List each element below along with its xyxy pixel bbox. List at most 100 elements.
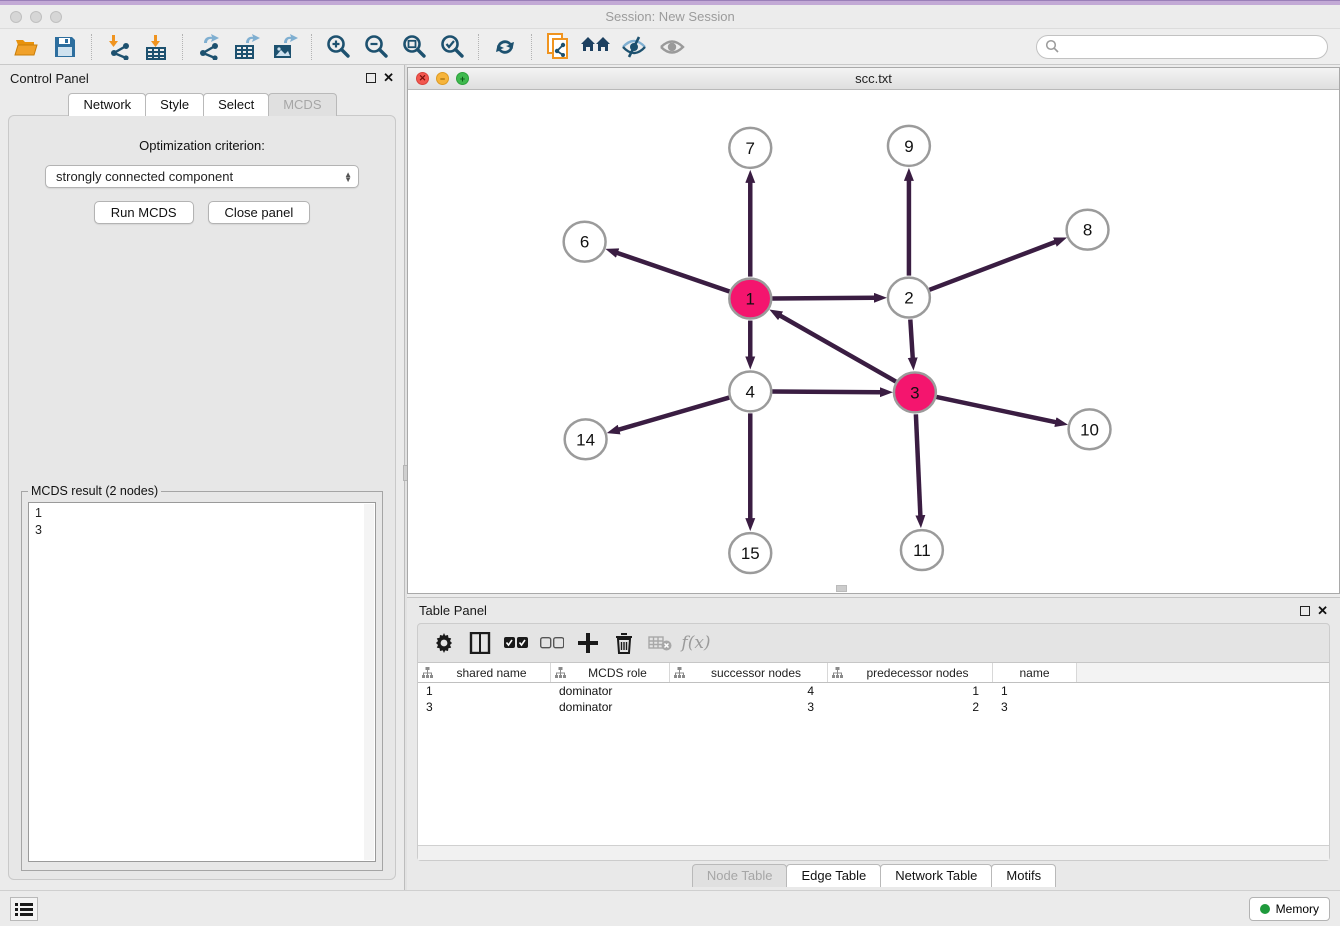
cell-shared-name[interactable]: 1 bbox=[418, 683, 551, 699]
cell-name[interactable]: 3 bbox=[993, 699, 1077, 715]
delete-table-button[interactable] bbox=[644, 628, 676, 658]
delete-column-icon bbox=[615, 633, 633, 654]
node-label-4: 4 bbox=[746, 382, 755, 401]
table-settings-button[interactable] bbox=[428, 628, 460, 658]
show-all-button[interactable] bbox=[653, 31, 691, 63]
window-title: Session: New Session bbox=[0, 9, 1340, 24]
header-filler bbox=[1077, 663, 1329, 682]
search-input[interactable] bbox=[1060, 40, 1319, 54]
search-field[interactable] bbox=[1036, 35, 1328, 59]
save-session-icon bbox=[54, 36, 76, 58]
tab-network-table[interactable]: Network Table bbox=[880, 864, 992, 887]
edge-3-1[interactable] bbox=[780, 315, 896, 381]
node-label-7: 7 bbox=[746, 139, 755, 158]
export-network-button[interactable] bbox=[190, 31, 228, 63]
canvas-scroll-grip[interactable] bbox=[836, 585, 847, 592]
edge-4-3[interactable] bbox=[772, 392, 881, 393]
export-network-icon bbox=[196, 34, 222, 60]
delete-column-button[interactable] bbox=[608, 628, 640, 658]
tab-network[interactable]: Network bbox=[68, 93, 146, 116]
function-builder-button[interactable]: f(x) bbox=[680, 628, 712, 658]
close-panel-icon[interactable]: ✕ bbox=[383, 73, 394, 83]
node-label-14: 14 bbox=[576, 430, 595, 449]
run-mcds-button[interactable]: Run MCDS bbox=[94, 201, 194, 224]
edge-3-11[interactable] bbox=[916, 414, 921, 516]
optimization-criterion-label: Optimization criterion: bbox=[9, 138, 395, 153]
show-all-icon bbox=[658, 35, 686, 59]
table-row[interactable]: 3dominator323 bbox=[418, 699, 1329, 715]
search-icon bbox=[1045, 39, 1060, 54]
main-titlebar[interactable]: Session: New Session bbox=[0, 5, 1340, 29]
open-session-button[interactable] bbox=[8, 31, 46, 63]
close-table-panel-icon[interactable]: ✕ bbox=[1317, 606, 1328, 616]
float-panel-icon[interactable] bbox=[366, 73, 376, 83]
criterion-select[interactable]: strongly connected component ▲▼ bbox=[45, 165, 359, 188]
column-header-shared-name[interactable]: shared name bbox=[418, 663, 551, 682]
function-builder-icon: f(x) bbox=[681, 633, 710, 653]
import-network-button[interactable] bbox=[99, 31, 137, 63]
cell-shared-name[interactable]: 3 bbox=[418, 699, 551, 715]
node-label-10: 10 bbox=[1080, 420, 1099, 439]
edge-2-3[interactable] bbox=[910, 320, 912, 359]
table-hscrollbar[interactable] bbox=[418, 845, 1329, 860]
apply-layout-button[interactable] bbox=[486, 31, 524, 63]
tab-edge-table[interactable]: Edge Table bbox=[786, 864, 881, 887]
cell-successor-nodes[interactable]: 3 bbox=[670, 699, 828, 715]
zoom-fit-button[interactable] bbox=[395, 31, 433, 63]
network-canvas[interactable]: 7968124314101511 bbox=[408, 90, 1339, 593]
edge-1-6[interactable] bbox=[617, 253, 730, 292]
deselect-all-columns-button[interactable] bbox=[536, 628, 568, 658]
edge-1-2[interactable] bbox=[772, 298, 875, 299]
split-view-button[interactable] bbox=[464, 628, 496, 658]
tab-style[interactable]: Style bbox=[145, 93, 204, 116]
tab-select[interactable]: Select bbox=[203, 93, 269, 116]
cell-MCDS-role[interactable]: dominator bbox=[551, 699, 670, 715]
export-image-button[interactable] bbox=[266, 31, 304, 63]
create-column-button[interactable] bbox=[572, 628, 604, 658]
tab-node-table[interactable]: Node Table bbox=[692, 864, 788, 887]
cell-MCDS-role[interactable]: dominator bbox=[551, 683, 670, 699]
hide-selected-button[interactable] bbox=[615, 31, 653, 63]
save-session-button[interactable] bbox=[46, 31, 84, 63]
network-window-title: scc.txt bbox=[408, 71, 1339, 86]
table-panel-header: Table Panel ✕ bbox=[407, 598, 1340, 623]
mcds-tab-content: Optimization criterion: strongly connect… bbox=[8, 115, 396, 880]
close-panel-button[interactable]: Close panel bbox=[208, 201, 311, 224]
new-network-from-selection-button[interactable] bbox=[539, 31, 577, 63]
import-table-icon bbox=[144, 34, 168, 60]
result-scrollbar[interactable] bbox=[364, 504, 374, 860]
table-row[interactable]: 1dominator411 bbox=[418, 683, 1329, 699]
select-all-columns-button[interactable] bbox=[500, 628, 532, 658]
column-header-predecessor-nodes[interactable]: predecessor nodes bbox=[828, 663, 993, 682]
attribute-icon bbox=[418, 667, 433, 678]
column-header-MCDS-role[interactable]: MCDS role bbox=[551, 663, 670, 682]
select-all-checkboxes-icon bbox=[504, 637, 528, 649]
network-window-titlebar[interactable]: ✕ − + scc.txt bbox=[408, 68, 1339, 90]
column-header-successor-nodes[interactable]: successor nodes bbox=[670, 663, 828, 682]
zoom-in-button[interactable] bbox=[319, 31, 357, 63]
tab-mcds[interactable]: MCDS bbox=[268, 93, 336, 116]
apply-layout-icon bbox=[492, 34, 518, 60]
export-table-button[interactable] bbox=[228, 31, 266, 63]
edge-3-10[interactable] bbox=[936, 397, 1056, 422]
cell-predecessor-nodes[interactable]: 2 bbox=[828, 699, 993, 715]
memory-button[interactable]: Memory bbox=[1249, 897, 1330, 921]
zoom-selected-button[interactable] bbox=[433, 31, 471, 63]
mcds-result-text[interactable]: 1 3 bbox=[28, 502, 376, 862]
cell-name[interactable]: 1 bbox=[993, 683, 1077, 699]
zoom-out-button[interactable] bbox=[357, 31, 395, 63]
float-table-panel-icon[interactable] bbox=[1300, 606, 1310, 616]
import-network-icon bbox=[105, 34, 131, 60]
column-header-name[interactable]: name bbox=[993, 663, 1077, 682]
network-view-window: ✕ − + scc.txt 7968124314101511 bbox=[407, 67, 1340, 594]
import-table-button[interactable] bbox=[137, 31, 175, 63]
edge-4-14[interactable] bbox=[618, 398, 729, 430]
memory-label: Memory bbox=[1276, 902, 1319, 916]
table-body: 1dominator4113dominator323 bbox=[418, 683, 1329, 715]
tab-motifs[interactable]: Motifs bbox=[991, 864, 1056, 887]
cell-successor-nodes[interactable]: 4 bbox=[670, 683, 828, 699]
edge-2-8[interactable] bbox=[929, 242, 1055, 290]
cell-predecessor-nodes[interactable]: 1 bbox=[828, 683, 993, 699]
home-button[interactable] bbox=[577, 31, 615, 63]
task-history-button[interactable] bbox=[10, 897, 38, 921]
